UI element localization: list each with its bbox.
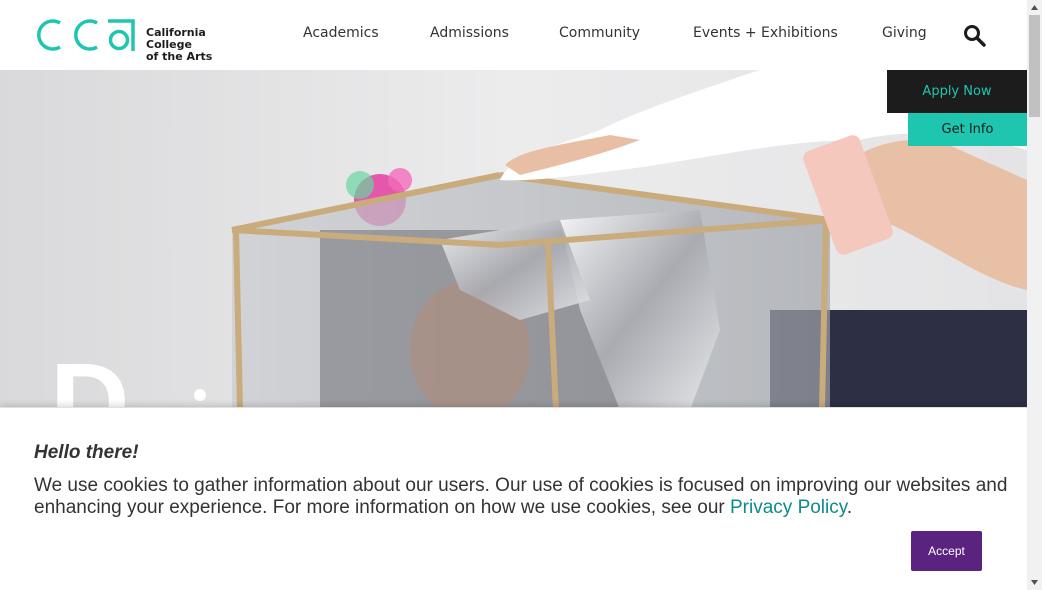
accept-cookies-button[interactable]: Accept bbox=[911, 531, 982, 571]
scroll-up-arrow-icon[interactable] bbox=[1027, 0, 1042, 15]
cookie-banner: Hello there! We use cookies to gather in… bbox=[0, 407, 1027, 590]
cookie-body: We use cookies to gather information abo… bbox=[34, 475, 1008, 518]
cca-logo[interactable]: California College of the Arts bbox=[30, 17, 252, 63]
apply-now-button[interactable]: Apply Now bbox=[887, 70, 1027, 113]
nav-academics[interactable]: Academics bbox=[303, 25, 379, 41]
page-scrollbar[interactable] bbox=[1027, 0, 1042, 590]
scroll-down-arrow-icon[interactable] bbox=[1027, 575, 1042, 590]
get-info-button[interactable]: Get Info bbox=[908, 113, 1027, 146]
hero-image: D bbox=[0, 70, 1027, 410]
search-button[interactable] bbox=[963, 24, 987, 48]
cookie-title: Hello there! bbox=[34, 442, 139, 463]
privacy-policy-link[interactable]: Privacy Policy bbox=[730, 497, 847, 518]
site-header: California College of the Arts Academics… bbox=[0, 0, 1027, 70]
nav-giving[interactable]: Giving bbox=[882, 25, 927, 41]
svg-text:D: D bbox=[50, 341, 129, 410]
cca-logo-mark bbox=[37, 19, 135, 51]
nav-events-exhibitions[interactable]: Events + Exhibitions bbox=[693, 25, 838, 41]
logo-text-line1: California College bbox=[146, 26, 206, 51]
nav-community[interactable]: Community bbox=[559, 25, 640, 41]
scrollbar-thumb[interactable] bbox=[1029, 15, 1040, 117]
logo-wordmark: California College of the Arts bbox=[146, 27, 252, 63]
cookie-body-end: . bbox=[846, 497, 853, 518]
cookie-message: We use cookies to gather information abo… bbox=[34, 475, 1009, 519]
nav-admissions[interactable]: Admissions bbox=[430, 25, 509, 41]
hero-photo: D bbox=[0, 70, 1027, 410]
logo-text-line2: of the Arts bbox=[146, 50, 213, 63]
search-icon bbox=[964, 25, 986, 47]
